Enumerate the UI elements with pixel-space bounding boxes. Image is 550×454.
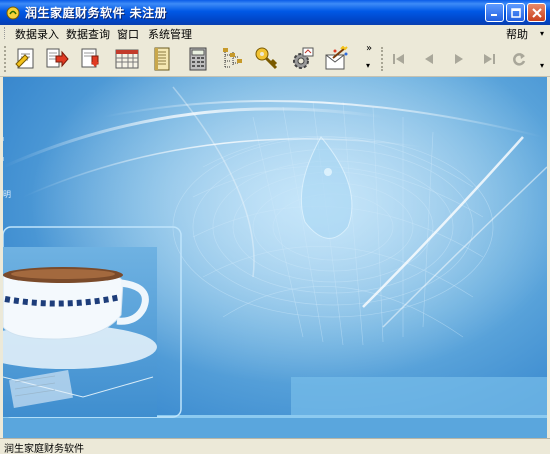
key-icon: [255, 47, 278, 70]
menu-overflow-icon[interactable]: ▾: [540, 29, 544, 38]
caption-buttons: [485, 3, 546, 22]
app-icon[interactable]: [6, 6, 20, 20]
export-button[interactable]: [42, 44, 72, 74]
tree-icon: [223, 48, 242, 68]
close-button[interactable]: [527, 3, 546, 22]
import-button[interactable]: [76, 44, 106, 74]
settings-icon: [293, 47, 314, 69]
maximize-icon: [510, 7, 521, 18]
close-icon: [531, 7, 542, 18]
side-mark: 明: [3, 190, 11, 199]
tree-button[interactable]: [217, 44, 247, 74]
main-window: 润生家庭财务软件 未注册 数据录入 数据查询 窗口 系统管理 帮助 ▾ » ▾ …: [0, 0, 550, 454]
wizard-button[interactable]: [321, 44, 351, 74]
calculator-icon: [189, 47, 207, 71]
table-button[interactable]: [112, 44, 142, 74]
refresh-icon: [513, 53, 526, 66]
new-record-button[interactable]: [11, 44, 41, 74]
last-record-button[interactable]: [478, 49, 500, 69]
first-icon: [393, 54, 404, 64]
mdi-workspace[interactable]: 明: [3, 77, 547, 438]
menu-window[interactable]: 窗口: [117, 26, 139, 42]
toolbar-separator: [381, 47, 385, 71]
minimize-icon: [491, 14, 497, 16]
status-text: 润生家庭财务软件: [4, 444, 84, 454]
window-title: 润生家庭财务软件 未注册: [25, 6, 168, 20]
key-button[interactable]: [252, 44, 282, 74]
workspace-background: [3, 77, 547, 438]
minimize-button[interactable]: [485, 3, 504, 22]
toolbar-dropdown-icon[interactable]: ▾: [366, 61, 370, 70]
previous-record-button[interactable]: [418, 49, 440, 69]
ledger-button[interactable]: [147, 44, 177, 74]
menu-system-management[interactable]: 系统管理: [148, 26, 192, 42]
first-record-button[interactable]: [388, 49, 410, 69]
next-icon: [455, 54, 463, 64]
wizard-icon: [325, 46, 348, 70]
maximize-button[interactable]: [506, 3, 525, 22]
title-bar[interactable]: 润生家庭财务软件 未注册: [0, 0, 550, 25]
export-icon: [46, 48, 69, 68]
menu-data-entry[interactable]: 数据录入: [15, 26, 59, 42]
last-icon: [484, 54, 495, 64]
menu-bar: 数据录入 数据查询 窗口 系统管理 帮助 ▾: [0, 25, 550, 41]
import-icon: [81, 48, 99, 68]
toolbar: » ▾ ▾: [0, 41, 550, 77]
refresh-button[interactable]: [508, 49, 530, 69]
menu-data-query[interactable]: 数据查询: [66, 26, 110, 42]
next-record-button[interactable]: [448, 49, 470, 69]
new-record-icon: [15, 48, 34, 69]
ledger-icon: [154, 47, 170, 71]
settings-button[interactable]: [287, 44, 317, 74]
table-icon: [115, 49, 139, 69]
toolbar-grip[interactable]: [4, 46, 9, 72]
nav-dropdown-icon[interactable]: ▾: [540, 61, 544, 70]
status-bar: 润生家庭财务软件: [0, 438, 550, 454]
calculator-button[interactable]: [183, 44, 213, 74]
menu-help[interactable]: 帮助: [506, 26, 528, 42]
menu-grip[interactable]: [4, 27, 8, 39]
previous-icon: [425, 54, 433, 64]
toolbar-overflow-icon[interactable]: »: [366, 43, 372, 54]
